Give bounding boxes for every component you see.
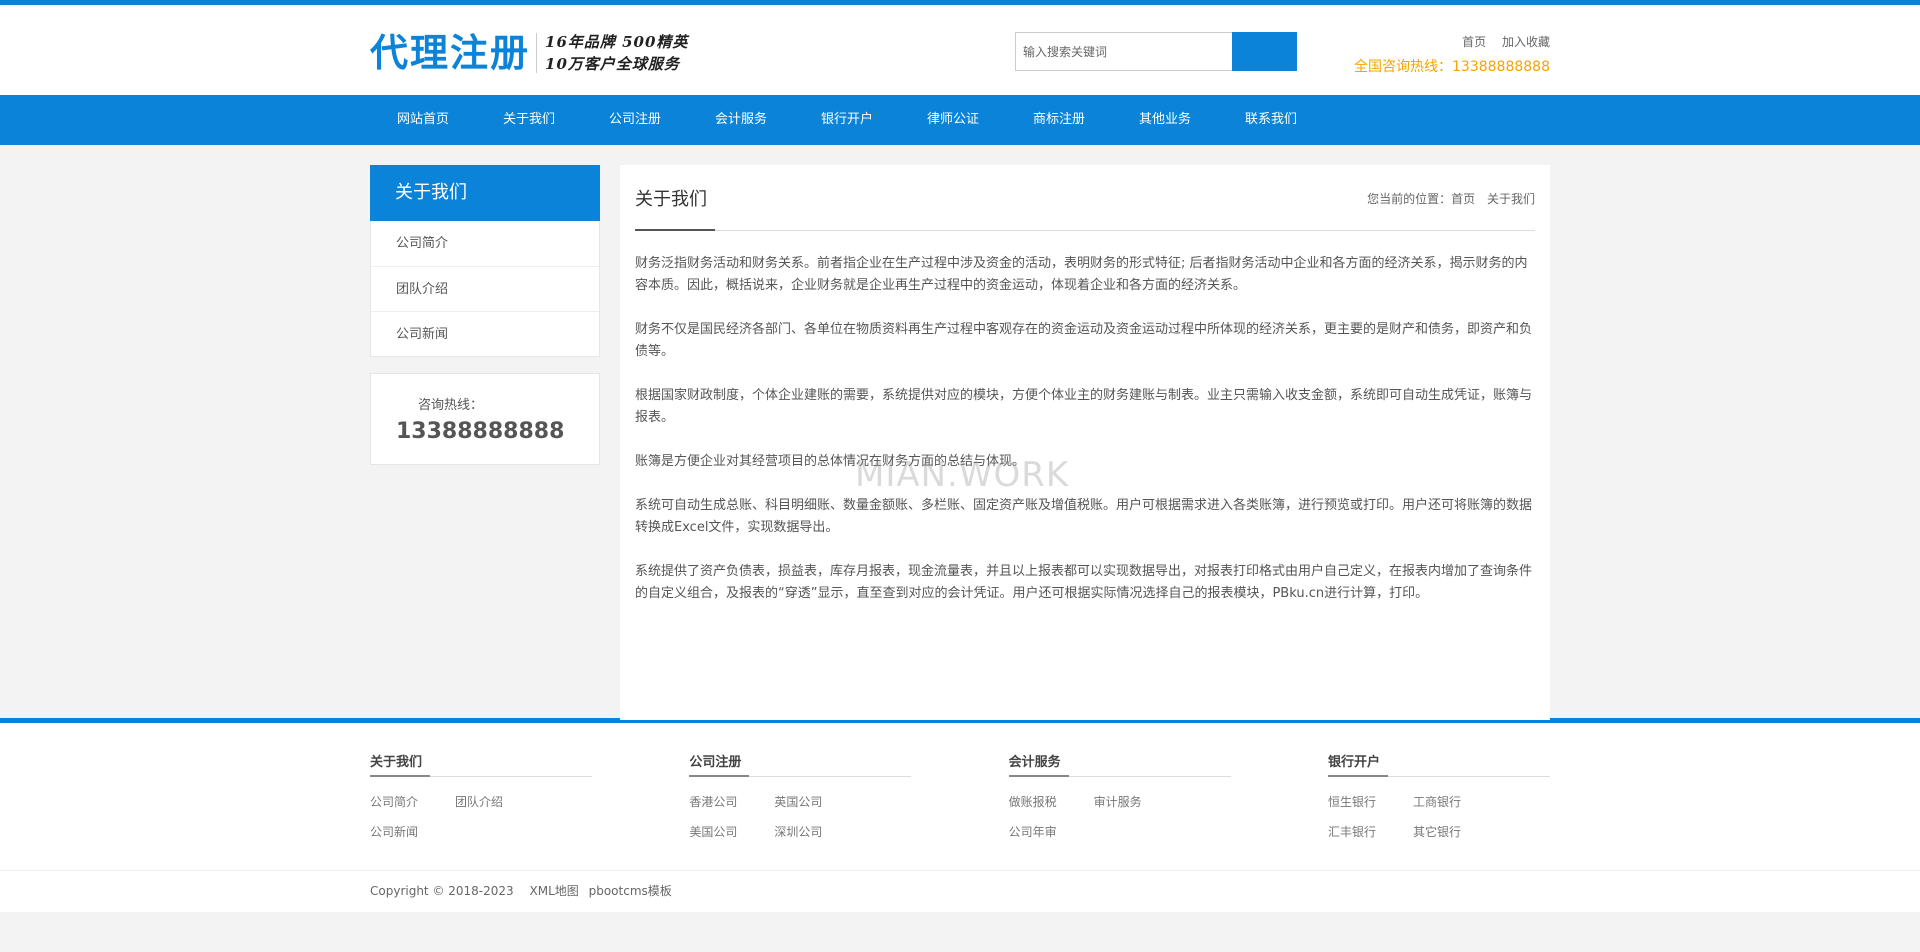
logo-divider (536, 33, 538, 73)
article-paragraph: 系统提供了资产负债表，损益表，库存月报表，现金流量表，并且以上报表都可以实现数据… (635, 564, 1533, 601)
contact-phone: 13388888888 (396, 419, 565, 444)
footer-column-accounting: 会计服务 做账报税 审计服务 公司年审 (1008, 751, 1231, 847)
search-input[interactable] (1015, 32, 1232, 71)
footer-link[interactable]: 公司新闻 (370, 817, 455, 847)
article-paragraph: 账簿是方便企业对其经营项目的总体情况在财务方面的总结与体现。 (635, 454, 1026, 469)
footer-column-about: 关于我们 公司简介 团队介绍 公司新闻 (370, 751, 592, 847)
sidebar-title: 关于我们 (370, 165, 600, 221)
nav-item-home[interactable]: 网站首页 (370, 95, 476, 145)
article-body: 财务泛指财务活动和财务关系。前者指企业在生产过程中涉及资金的活动，表明财务的形式… (635, 231, 1535, 605)
footer-link[interactable]: 香港公司 (689, 787, 774, 817)
content-header: 关于我们 您当前的位置：首页 关于我们 (635, 165, 1535, 231)
nav-item-bank-account[interactable]: 银行开户 (794, 95, 900, 145)
nav-item-other[interactable]: 其他业务 (1112, 95, 1218, 145)
slogan-line-1: 16年品牌 500精英 (545, 33, 689, 51)
breadcrumb: 您当前的位置：首页 关于我们 (1361, 190, 1535, 207)
nav-item-trademark[interactable]: 商标注册 (1006, 95, 1112, 145)
article-paragraph: 财务泛指财务活动和财务关系。前者指企业在生产过程中涉及资金的活动，表明财务的形式… (635, 256, 1528, 293)
footer-link[interactable]: 深圳公司 (774, 817, 859, 847)
page-title: 关于我们 (635, 189, 707, 210)
copyright-text: Copyright © 2018-2023 (370, 884, 514, 898)
contact-box: 咨询热线： 13388888888 (370, 373, 600, 465)
footer-link[interactable]: 做账报税 (1009, 787, 1094, 817)
sidebar-item-company-profile[interactable]: 公司简介 (371, 221, 599, 266)
footer-link[interactable]: 恒生银行 (1328, 787, 1413, 817)
footer-link[interactable]: 英国公司 (774, 787, 859, 817)
footer-column-title: 关于我们 (370, 751, 592, 777)
breadcrumb-current[interactable]: 关于我们 (1487, 192, 1535, 206)
logo[interactable]: 代理注册 16年品牌 500精英 10万客户全球服务 (370, 29, 688, 77)
footer-column-title: 会计服务 (1008, 751, 1231, 777)
footer: 关于我们 公司简介 团队介绍 公司新闻 公司注册 香港公司 英国公司 美国公司 … (0, 723, 1920, 870)
top-links: 首页 加入收藏 (1450, 33, 1550, 50)
nav-item-about[interactable]: 关于我们 (476, 95, 582, 145)
nav-item-contact[interactable]: 联系我们 (1218, 95, 1324, 145)
article-paragraph: 系统可自动生成总账、科目明细账、数量金额账、多栏账、固定资产账及增值税账。用户可… (635, 498, 1533, 535)
content-panel: 关于我们 您当前的位置：首页 关于我们 财务泛指财务活动和财务关系。前者指企业在… (620, 165, 1550, 720)
footer-link[interactable]: 团队介绍 (455, 787, 540, 817)
nav-item-company-registration[interactable]: 公司注册 (582, 95, 688, 145)
footer-link[interactable]: 工商银行 (1413, 787, 1498, 817)
footer-link[interactable]: 其它银行 (1413, 817, 1498, 847)
main-nav: 网站首页 关于我们 公司注册 会计服务 银行开户 律师公证 商标注册 其他业务 … (0, 95, 1920, 145)
sidebar-item-team[interactable]: 团队介绍 (371, 266, 599, 311)
article-paragraph: 根据国家财政制度，个体企业建账的需要，系统提供对应的模块，方便个体业主的财务建账… (635, 388, 1533, 425)
logo-text: 代理注册 (370, 31, 531, 75)
sidebar: 关于我们 公司简介 团队介绍 公司新闻 咨询热线： 13388888888 (370, 165, 600, 720)
footer-link[interactable]: 公司简介 (370, 787, 455, 817)
sidebar-menu: 公司简介 团队介绍 公司新闻 (370, 221, 600, 357)
slogan-line-2: 10万客户全球服务 (545, 55, 680, 73)
home-link[interactable]: 首页 (1462, 35, 1486, 49)
footer-column-title: 公司注册 (689, 751, 912, 777)
contact-label: 咨询热线： (418, 398, 484, 413)
sitemap-link[interactable]: XML地图 (530, 884, 579, 898)
footer-link[interactable]: 审计服务 (1094, 787, 1179, 817)
footer-column-title: 银行开户 (1327, 751, 1550, 777)
footer-column-bank: 银行开户 恒生银行 工商银行 汇丰银行 其它银行 (1327, 751, 1550, 847)
copyright-bar: Copyright © 2018-2023 XML地图 pbootcms模板 (0, 870, 1920, 912)
breadcrumb-prefix: 您当前的位置： (1367, 192, 1452, 206)
footer-link[interactable]: 汇丰银行 (1328, 817, 1413, 847)
header-hotline: 全国咨询热线：13388888888 (1354, 59, 1550, 75)
add-favorite-link[interactable]: 加入收藏 (1502, 35, 1550, 49)
sidebar-item-news[interactable]: 公司新闻 (371, 311, 599, 356)
nav-item-notary[interactable]: 律师公证 (900, 95, 1006, 145)
search-bar (1015, 32, 1297, 71)
breadcrumb-home[interactable]: 首页 (1451, 192, 1475, 206)
template-link[interactable]: pbootcms模板 (589, 884, 672, 898)
footer-link[interactable]: 美国公司 (689, 817, 774, 847)
search-button[interactable] (1232, 32, 1297, 71)
logo-slogan: 16年品牌 500精英 10万客户全球服务 (545, 31, 688, 75)
article-paragraph: 财务不仅是国民经济各部门、各单位在物质资料再生产过程中客观存在的资金运动及资金运… (635, 322, 1533, 359)
footer-link[interactable]: 公司年审 (1009, 817, 1094, 847)
footer-column-registration: 公司注册 香港公司 英国公司 美国公司 深圳公司 (689, 751, 912, 847)
header: 代理注册 16年品牌 500精英 10万客户全球服务 首页 加入收藏 全国咨询热… (0, 5, 1920, 95)
main-area: 关于我们 公司简介 团队介绍 公司新闻 咨询热线： 13388888888 关于… (0, 145, 1920, 720)
nav-item-accounting[interactable]: 会计服务 (688, 95, 794, 145)
title-underline (635, 229, 715, 231)
